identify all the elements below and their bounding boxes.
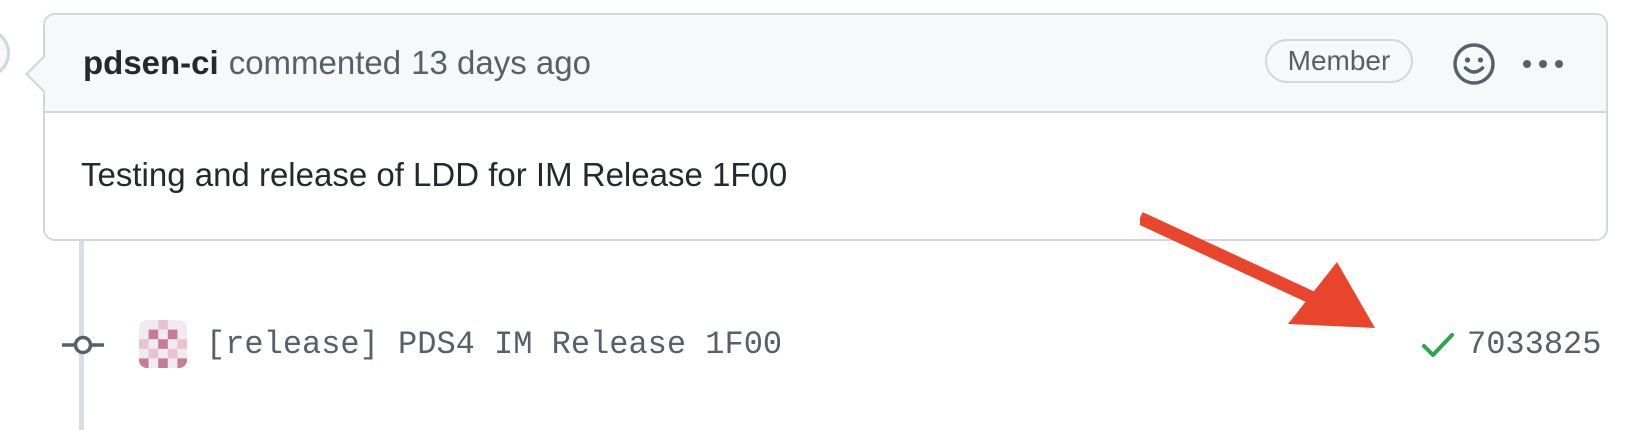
comment-action-text: commented bbox=[228, 44, 402, 81]
comment-options-button[interactable] bbox=[1520, 49, 1566, 79]
comment-timestamp-link[interactable]: 13 days ago bbox=[411, 44, 591, 82]
add-reaction-button[interactable] bbox=[1451, 41, 1497, 87]
git-commit-icon bbox=[62, 335, 104, 355]
commit-message-link[interactable]: [release] PDS4 IM Release 1F00 bbox=[206, 318, 782, 370]
smiley-icon bbox=[1453, 43, 1495, 85]
comment-body: Testing and release of LDD for IM Releas… bbox=[81, 156, 788, 193]
comment-author-link[interactable]: pdsen-ci bbox=[83, 44, 219, 82]
comment-header: pdsen-ci commented 13 days ago Member bbox=[45, 15, 1606, 113]
check-icon[interactable] bbox=[1421, 330, 1455, 360]
identicon-avatar bbox=[139, 320, 187, 368]
kebab-horizontal-icon bbox=[1523, 60, 1563, 68]
avatar[interactable] bbox=[0, 28, 10, 78]
commit-sha-link[interactable]: 7033825 bbox=[1467, 318, 1601, 370]
comment-caret-inner bbox=[28, 56, 46, 92]
red-arrow-annotation bbox=[1140, 212, 1375, 328]
member-badge: Member bbox=[1265, 39, 1413, 83]
commit-author-avatar[interactable] bbox=[139, 320, 187, 368]
timeline: pdsen-ci commented 13 days ago Member Te… bbox=[0, 0, 1640, 430]
comment-header-text: pdsen-ci commented 13 days ago bbox=[83, 15, 591, 111]
comment-card: pdsen-ci commented 13 days ago Member Te… bbox=[25, 13, 1608, 241]
